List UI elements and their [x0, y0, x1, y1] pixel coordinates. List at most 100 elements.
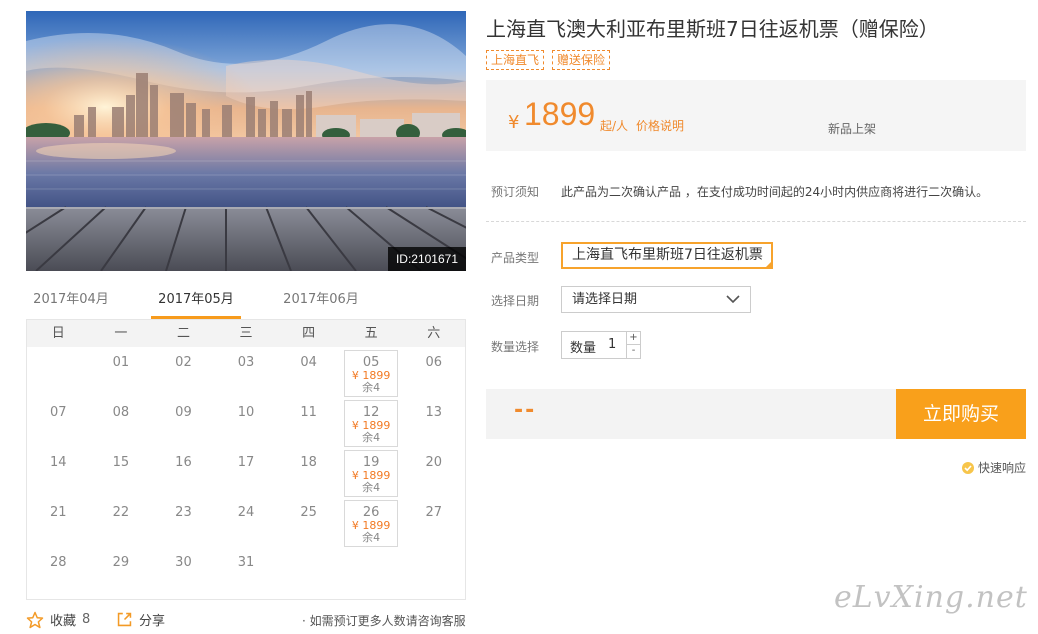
day-stock: 余4 — [362, 481, 381, 494]
calendar-weekday-header: 日 一 二 三 四 五 六 — [27, 320, 465, 347]
calendar-day: 09 — [152, 399, 215, 449]
day-number: 24 — [237, 505, 255, 520]
buy-now-button[interactable]: 立即购买 — [896, 389, 1026, 439]
calendar-day: 08 — [90, 399, 153, 449]
quick-response-label: 快速响应 — [978, 461, 1027, 475]
tag-insurance: 赠送保险 — [552, 50, 611, 70]
day-number: 05 — [362, 355, 380, 370]
calendar-day: 25 — [277, 499, 340, 549]
product-tags: 上海直飞 赠送保险 — [486, 50, 611, 70]
calendar-day-available[interactable]: 19 ¥ 1899 余4 — [340, 449, 403, 499]
calendar-day: 18 — [277, 449, 340, 499]
calendar-day: 10 — [215, 399, 278, 449]
day-number: 01 — [112, 355, 130, 370]
calendar-day-available[interactable]: 26 ¥ 1899 余4 — [340, 499, 403, 549]
date-select[interactable]: 请选择日期 — [561, 286, 751, 313]
date-calendar: 日 一 二 三 四 五 六 01 02 03 04 05 ¥ 1899 余4 06 07 08 09… — [26, 319, 466, 600]
calendar-day: 27 — [402, 499, 465, 549]
day-number: 22 — [112, 505, 130, 520]
day-number: 18 — [300, 455, 317, 470]
quantity-minus-button[interactable]: - — [626, 345, 640, 358]
divider — [486, 221, 1026, 222]
calendar-day: 11 — [277, 399, 340, 449]
day-stock: 余4 — [362, 431, 381, 444]
day-number: 07 — [50, 405, 67, 420]
calendar-day: 06 — [402, 349, 465, 399]
tab-month-next[interactable]: 2017年06月 — [276, 283, 366, 319]
calendar-day: 22 — [90, 499, 153, 549]
calendar-week-row: 21 22 23 24 25 26 ¥ 1899 余4 27 — [27, 499, 465, 549]
calendar-day: 07 — [27, 399, 90, 449]
weekday-label: 三 — [239, 326, 253, 341]
day-number: 02 — [175, 355, 192, 370]
calendar-day: 16 — [152, 449, 215, 499]
day-number: 10 — [237, 405, 255, 420]
price-note-link[interactable]: 价格说明 — [636, 117, 684, 134]
share-label: 分享 — [139, 614, 166, 629]
day-number: 26 — [362, 505, 380, 520]
calendar-day-available[interactable]: 05 ¥ 1899 余4 — [340, 349, 403, 399]
calendar-day: 02 — [152, 349, 215, 399]
calendar-day: 04 — [277, 349, 340, 399]
weekday-label: 五 — [364, 326, 378, 341]
date-label: 选择日期 — [491, 294, 540, 308]
status-badge: 新品上架 — [828, 122, 877, 136]
day-number: 04 — [300, 355, 317, 370]
calendar-day — [402, 549, 465, 599]
buy-bar: -- 立即购买 — [486, 389, 1026, 439]
day-number: 31 — [237, 555, 255, 570]
day-number: 23 — [175, 505, 192, 520]
total-price: -- — [514, 398, 537, 423]
calendar-grid: 01 02 03 04 05 ¥ 1899 余4 06 07 08 09 10 11 12 ¥ 1899 余4… — [27, 349, 465, 599]
tab-month-current[interactable]: 2017年05月 — [151, 283, 241, 319]
day-number: 11 — [300, 405, 317, 420]
calendar-day: 15 — [90, 449, 153, 499]
notice-label: 预订须知 — [491, 185, 540, 199]
date-select-value: 请选择日期 — [572, 292, 638, 307]
favorite-count: 8 — [82, 612, 91, 627]
share-button[interactable]: 分享 — [116, 610, 165, 629]
day-number: 14 — [50, 455, 67, 470]
calendar-day: 29 — [90, 549, 153, 599]
quantity-input[interactable]: 1 — [608, 337, 616, 352]
image-id-badge: ID:2101671 — [387, 247, 466, 271]
quantity-section-label: 数量选择 — [491, 340, 540, 354]
check-badge-icon — [962, 461, 974, 474]
site-watermark: eLvXing.net — [834, 580, 1028, 615]
day-number: 03 — [237, 355, 255, 370]
calendar-week-row: 28 29 30 31 — [27, 549, 465, 599]
day-number: 12 — [362, 405, 380, 420]
quantity-stepper: 数量 1 + - — [561, 331, 641, 359]
tab-month-prev[interactable]: 2017年04月 — [26, 283, 116, 319]
day-number: 29 — [112, 555, 130, 570]
calendar-day: 23 — [152, 499, 215, 549]
quantity-plus-button[interactable]: + — [626, 332, 640, 345]
month-tabs: 2017年04月 2017年05月 2017年06月 — [26, 283, 466, 319]
weekday-label: 四 — [302, 326, 316, 341]
page-title: 上海直飞澳大利亚布里斯班7日往返机票（赠保险） — [486, 17, 939, 41]
weekday-label: 二 — [176, 326, 190, 341]
calendar-day: 03 — [215, 349, 278, 399]
day-stock: 余4 — [362, 531, 381, 544]
favorite-button[interactable]: 收藏 8 — [26, 610, 90, 629]
consult-hint: · 如需预订更多人数请咨询客服 — [302, 614, 466, 628]
calendar-day: 17 — [215, 449, 278, 499]
calendar-week-row: 07 08 09 10 11 12 ¥ 1899 余4 13 — [27, 399, 465, 449]
calendar-day: 13 — [402, 399, 465, 449]
day-number: 28 — [50, 555, 67, 570]
quick-response-badge: 快速响应 — [961, 459, 1026, 476]
calendar-day — [277, 549, 340, 599]
chevron-down-icon — [726, 295, 740, 304]
calendar-day: 14 — [27, 449, 90, 499]
day-number: 27 — [425, 505, 443, 520]
quantity-label: 数量 — [570, 341, 597, 356]
calendar-day: 31 — [215, 549, 278, 599]
product-image: ID:2101671 — [26, 11, 466, 271]
calendar-day-available[interactable]: 12 ¥ 1899 余4 — [340, 399, 403, 449]
currency-symbol: ¥ — [508, 112, 520, 133]
weekday-label: 一 — [114, 326, 128, 341]
tag-direct-flight: 上海直飞 — [486, 50, 545, 70]
day-number: 08 — [112, 405, 130, 420]
product-type-option[interactable]: 上海直飞布里斯班7日往返机票 — [561, 242, 773, 269]
notice-text: 此产品为二次确认产品 ，在支付成功时间起的24小时内供应商将进行二次确认。 — [561, 185, 989, 199]
